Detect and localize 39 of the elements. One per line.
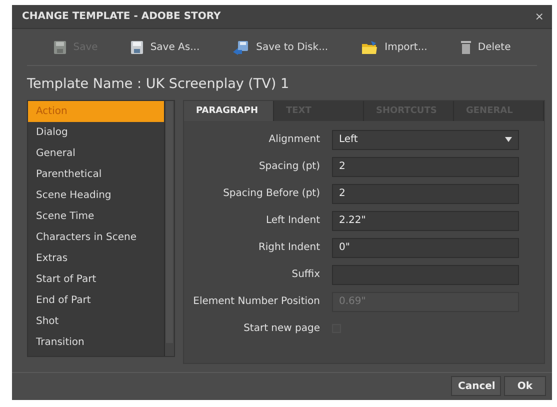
list-item[interactable]: Scene Time	[28, 206, 164, 227]
toolbar-button[interactable]: Import...	[358, 38, 430, 57]
input-field[interactable]: 2	[332, 184, 519, 204]
list-item[interactable]: Extras	[28, 248, 164, 269]
toolbar-button[interactable]: Save As...	[128, 38, 202, 57]
template-name: Template Name : UK Screenplay (TV) 1	[26, 74, 290, 94]
field-label: Suffix	[290, 269, 320, 280]
input-field[interactable]: 2	[332, 156, 519, 177]
trash-can-icon	[460, 40, 472, 55]
dialog-button[interactable]: Ok	[504, 376, 546, 396]
list-item[interactable]: End of Part	[28, 290, 164, 311]
input-field[interactable]: 2.22"	[332, 210, 519, 231]
field-label: Right Indent	[257, 242, 320, 254]
field-label: Start new page	[242, 323, 320, 334]
field-label: Element Number Position	[192, 296, 320, 308]
disk-arrow-icon	[232, 40, 250, 55]
list-item[interactable]: Parenthetical	[28, 164, 164, 185]
window-title: CHANGE TEMPLATE - ADOBE STORY	[22, 11, 221, 22]
close-button[interactable]: ×	[534, 10, 544, 24]
field-label: Spacing (pt)	[258, 161, 320, 172]
toolbar-button[interactable]: Save to Disk...	[230, 38, 330, 57]
field-label: Spacing Before (pt)	[222, 188, 320, 200]
dialog-button[interactable]: Cancel	[451, 376, 501, 396]
scrollbar[interactable]	[164, 100, 174, 356]
folder-arrow-icon	[360, 40, 379, 55]
dropdown[interactable]: Left	[332, 130, 519, 150]
list-item[interactable]: Shot	[28, 310, 164, 332]
list-item[interactable]: Scene Heading	[28, 184, 164, 206]
field-label: Alignment	[268, 134, 320, 146]
caret-icon	[505, 137, 512, 142]
list-item[interactable]: Dialog	[28, 122, 164, 143]
list-item[interactable]: Start of Part	[28, 268, 164, 290]
list-item[interactable]: Characters in Scene	[28, 226, 164, 248]
field-label: Left Indent	[264, 215, 320, 226]
tab[interactable]: PARAGRAPH	[184, 100, 274, 121]
input-field[interactable]: 0"	[332, 238, 519, 258]
toolbar-button[interactable]: Delete	[458, 38, 513, 57]
list-item[interactable]: General	[28, 142, 164, 164]
list-item[interactable]: Transition	[28, 332, 164, 353]
